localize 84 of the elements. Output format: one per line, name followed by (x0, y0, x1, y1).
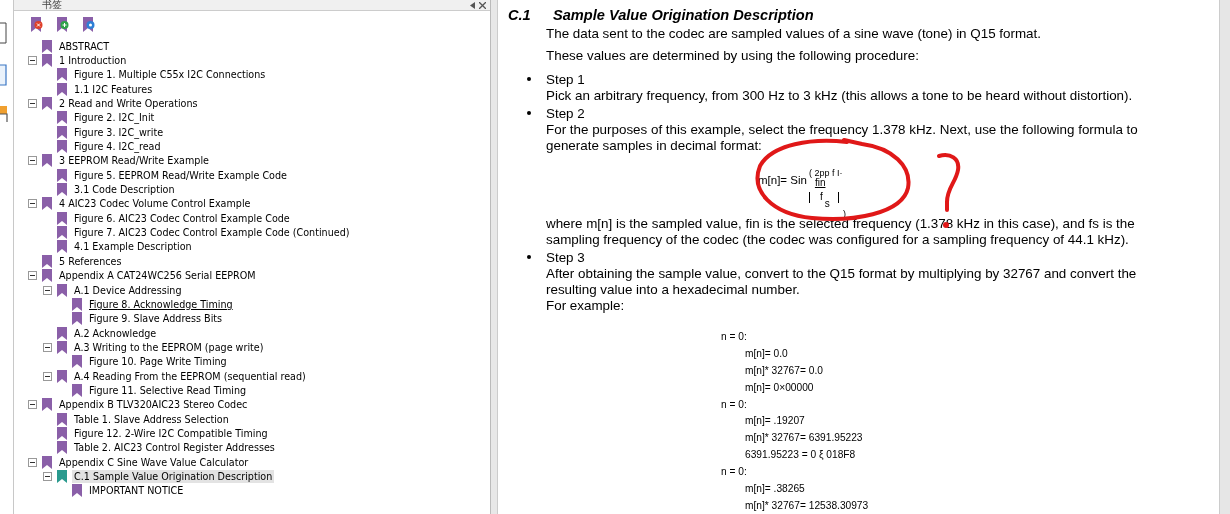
bookmark-item[interactable]: Figure 10. Page Write Timing (87, 355, 229, 369)
bookmark-item[interactable]: 5 References (57, 254, 124, 268)
collapse-toggle[interactable] (28, 199, 37, 209)
bookmark-item[interactable]: Appendix B TLV320AIC23 Stereo Codec (57, 398, 250, 412)
bookmark-item[interactable]: Figure 2. I2C_Init (72, 111, 157, 125)
formula-bracket (808, 192, 812, 203)
step-title: Step 1 (546, 71, 585, 87)
collapse-toggle[interactable] (28, 400, 37, 410)
formula-text: fin (814, 178, 826, 188)
paragraph: After obtaining the sample value, convert to the Q15 format by multiplying by 32767 and convert the resulting value into a hexadecimal number. (546, 266, 1138, 298)
page-icon[interactable] (0, 22, 8, 44)
example-line: m[n]= 0.0 (744, 346, 789, 361)
panel-title: 书签 (42, 0, 62, 10)
collapse-arrow-icon[interactable] (469, 1, 476, 9)
formula-bracket (837, 192, 841, 203)
collapse-toggle[interactable] (28, 56, 37, 65)
bookmark-item[interactable]: C.1 Sample Value Origination Description (72, 470, 275, 483)
bookmark-item[interactable]: Appendix A CAT24WC256 Serial EEPROM (57, 269, 258, 283)
bookmark-item[interactable]: A.3 Writing to the EEPROM (page write) (72, 340, 266, 354)
example-line: n = 0: (721, 330, 748, 344)
bookmark-item[interactable]: Figure 4. I2C_read (72, 140, 163, 154)
bookmark-item[interactable]: A.4 Reading From the EEPROM (sequential read) (72, 369, 308, 383)
bookmark-item[interactable]: ABSTRACT (57, 39, 112, 53)
collapse-toggle[interactable] (28, 457, 37, 467)
bullet-dot (527, 111, 531, 115)
paragraph: These values are determined by using the following procedure: (546, 48, 920, 64)
bookmark-item[interactable]: 1 Introduction (57, 54, 129, 67)
collapse-toggle[interactable] (28, 156, 37, 166)
collapse-toggle[interactable] (43, 472, 52, 481)
step-title: Step 3 (546, 249, 585, 265)
bookmark-item[interactable]: Figure 7. AIC23 Codec Control Example Code (Continued) (72, 226, 352, 240)
bookmark-item[interactable]: Appendix C Sine Wave Value Calculator (57, 455, 251, 469)
bookmark-item[interactable]: IMPORTANT NOTICE (87, 484, 186, 498)
bookmark-item[interactable]: Figure 12. 2-Wire I2C Compatible Timing (72, 426, 270, 440)
bookmark-item[interactable]: Figure 8. Acknowledge Timing (87, 297, 235, 311)
bookmark-item[interactable]: Figure 5. EEPROM Read/Write Example Code (72, 168, 289, 182)
step-title: Step 2 (546, 105, 585, 121)
bookmark-item[interactable]: 1.1 I2C Features (72, 82, 155, 96)
bullet-dot (527, 77, 531, 81)
bookmark-item[interactable]: 4 AIC23 Codec Volume Control Example (57, 197, 253, 211)
collapse-toggle[interactable] (28, 271, 37, 281)
section-title: Sample Value Origination Description (553, 7, 814, 23)
bookmark-item[interactable]: Figure 3. I2C_write (72, 125, 166, 139)
collapse-toggle[interactable] (43, 285, 52, 295)
paragraph: Pick an arbitrary frequency, from 300 Hz to 3 kHz (this allows a tone to be heard without distortion). (546, 88, 1134, 104)
bookmark-item[interactable]: Figure 1. Multiple C55x I2C Connections (72, 68, 268, 82)
bookmark-item[interactable]: A.1 Device Addressing (72, 283, 184, 297)
formula-text: m[n]= Sin (758, 174, 807, 186)
example-line: m[n]= .38265 (744, 482, 806, 496)
example-line: m[n]* 32767= 0.0 (744, 363, 824, 378)
example-line: n = 0: (721, 465, 748, 480)
delete-bookmark-icon[interactable] (30, 17, 44, 32)
example-line: n = 0: (721, 397, 748, 412)
example-line: m[n]= .19207 (744, 414, 806, 429)
bookmark-options-icon[interactable] (82, 17, 96, 32)
paragraph: where m[n] is the sampled value, fin is the selected frequency (1.378 kHz in this case), and fs is the sampling frequency of the codec (the codec was configured for a sampling frequency of 44.1 kHz). (546, 216, 1136, 248)
paragraph: The data sent to the codec are sampled values of a sine wave (tone) in Q15 format. (546, 26, 1042, 42)
bookmark-item[interactable]: 3 EEPROM Read/Write Example (57, 154, 211, 168)
bookmark-item[interactable]: Figure 9. Slave Address Bits (87, 312, 225, 326)
collapse-toggle[interactable] (43, 371, 52, 381)
paragraph: For the purposes of this example, select the frequency 1.378 kHz. Next, use the following formula to generate samples in decimal format: (546, 122, 1139, 154)
attachment-icon[interactable] (0, 104, 8, 124)
close-icon[interactable] (479, 1, 486, 9)
bullet-dot (527, 255, 531, 259)
collapse-toggle[interactable] (43, 342, 52, 352)
formula-text: ( 2pp f I· (808, 168, 843, 178)
bookmark-item[interactable]: Figure 11. Selective Read Timing (87, 383, 249, 397)
bookmark-item[interactable]: Table 1. Slave Address Selection (72, 412, 231, 426)
bookmark-item[interactable]: 4.1 Example Description (72, 240, 194, 254)
bookmark-item[interactable]: A.2 Acknowledge (72, 326, 159, 340)
paragraph: For example: (546, 298, 626, 314)
section-number: C.1 (508, 7, 532, 23)
add-bookmark-icon[interactable] (56, 17, 70, 32)
example-line: 6391.95223 = 0 ξ 018F8 (744, 448, 857, 463)
example-line: m[n]* 32767= 6391.95223 (744, 431, 864, 446)
formula-text: s (824, 199, 830, 209)
formula-text: f (819, 192, 823, 202)
bookmark-item[interactable]: 3.1 Code Description (72, 183, 177, 197)
bookmark-item[interactable]: Figure 6. AIC23 Codec Control Example Code (72, 211, 292, 225)
collapse-toggle[interactable] (28, 99, 37, 109)
example-line: m[n]= 0×00000 (744, 380, 815, 395)
bookmark-item[interactable]: 2 Read and Write Operations (57, 97, 200, 111)
bookmark-item[interactable]: Table 2. AIC23 Control Register Addresses (72, 441, 277, 455)
example-line: m[n]* 32767= 12538.30973 (744, 498, 870, 513)
